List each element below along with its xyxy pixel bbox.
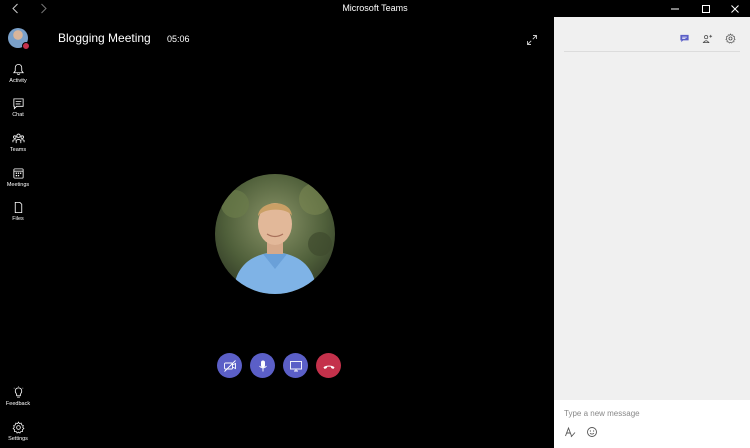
rail-label: Activity	[9, 78, 27, 84]
rail-label: Teams	[9, 147, 27, 153]
message-input[interactable]	[564, 406, 739, 420]
emoji-icon[interactable]	[586, 426, 598, 438]
teams-window: Microsoft Teams Activity Chat Teams Meet…	[0, 0, 750, 448]
meeting-side-panel	[554, 17, 750, 448]
window-title: Microsoft Teams	[342, 3, 408, 13]
call-stage: Blogging Meeting 05:06	[36, 17, 554, 448]
share-screen-button[interactable]	[283, 353, 308, 378]
rail-item-chat[interactable]: Chat	[0, 97, 36, 127]
compose-box	[554, 400, 750, 448]
panel-divider	[564, 51, 740, 52]
expand-icon	[527, 35, 537, 45]
expand-button[interactable]	[526, 33, 538, 45]
format-icon[interactable]	[564, 426, 576, 438]
camera-toggle-button[interactable]	[217, 353, 242, 378]
microphone-icon	[258, 360, 267, 371]
bell-icon	[12, 63, 24, 76]
minimize-icon	[671, 8, 679, 9]
user-avatar[interactable]	[8, 28, 30, 50]
add-participants-icon[interactable]	[702, 33, 713, 44]
conversation-icon[interactable]	[679, 33, 690, 44]
rail-item-feedback[interactable]: Feedback	[0, 386, 36, 416]
teams-icon	[12, 133, 24, 144]
chat-icon	[12, 98, 24, 110]
maximize-button[interactable]	[691, 0, 721, 17]
close-icon	[731, 4, 739, 13]
gear-icon	[12, 421, 24, 434]
rail-label: Feedback	[5, 401, 31, 407]
rail-item-meetings[interactable]: Meetings	[0, 167, 36, 197]
rail-label: Meetings	[6, 182, 30, 188]
screen-share-icon	[289, 360, 302, 371]
close-button[interactable]	[720, 0, 750, 17]
rail-item-teams[interactable]: Teams	[0, 132, 36, 162]
hang-up-button[interactable]	[316, 353, 341, 378]
rail-item-settings[interactable]: Settings	[0, 421, 36, 448]
rail-label: Files	[12, 216, 24, 222]
rail-label: Settings	[8, 436, 28, 442]
presence-badge	[22, 42, 30, 50]
phone-hangup-icon	[323, 365, 334, 369]
file-icon	[14, 201, 22, 214]
maximize-icon	[702, 4, 710, 13]
call-timer: 05:06	[167, 34, 190, 44]
call-controls	[217, 353, 341, 378]
lightbulb-icon	[13, 386, 23, 398]
calendar-icon	[12, 168, 24, 179]
rail-label: Chat	[12, 112, 24, 118]
minimize-button[interactable]	[660, 0, 690, 17]
rail-item-activity[interactable]: Activity	[0, 63, 36, 93]
camera-off-icon	[223, 359, 236, 372]
app-rail: Activity Chat Teams Meetings Files Feedb…	[0, 17, 36, 448]
panel-toolbar	[679, 33, 736, 44]
participant-avatar	[215, 174, 335, 294]
participant-photo	[215, 174, 335, 294]
title-bar: Microsoft Teams	[0, 0, 750, 17]
meeting-title: Blogging Meeting	[58, 31, 151, 45]
compose-tools	[564, 426, 598, 438]
panel-settings-icon[interactable]	[725, 33, 736, 44]
rail-item-files[interactable]: Files	[0, 201, 36, 231]
mute-button[interactable]	[250, 353, 275, 378]
